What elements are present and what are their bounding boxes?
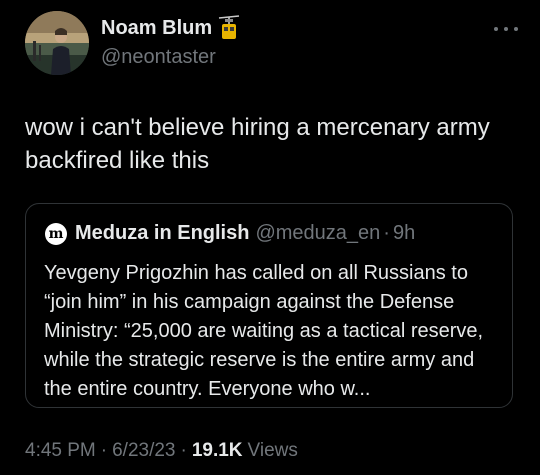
quoted-tweet-time[interactable]: 9h xyxy=(393,222,415,245)
tweet-text: wow i can't believe hiring a mercenary a… xyxy=(25,114,490,174)
avatar-photo xyxy=(25,11,89,75)
tweet-date[interactable]: 6/23/23 xyxy=(112,440,175,462)
quoted-tweet-text: Yevgeny Prigozhin has called on all Russ… xyxy=(44,262,484,400)
author-display-name[interactable]: Noam Blum xyxy=(101,17,212,40)
quoted-author-name[interactable]: Meduza in English xyxy=(75,222,249,245)
tweet: Noam Blum @neontaster wow i can't believ… xyxy=(0,0,540,475)
more-dot-icon xyxy=(494,27,498,31)
views-count[interactable]: 19.1K xyxy=(192,440,243,462)
quoted-tweet-card[interactable]: m Meduza in English @meduza_en · 9h Yevg… xyxy=(25,203,513,408)
views-label: Views xyxy=(247,440,298,461)
cable-car-icon xyxy=(218,15,240,41)
more-dot-icon xyxy=(514,27,518,31)
tweet-time[interactable]: 4:45 PM xyxy=(25,440,96,462)
quoted-author-handle[interactable]: @meduza_en xyxy=(255,222,380,245)
separator-dot: · xyxy=(180,440,187,461)
more-dot-icon xyxy=(504,27,508,31)
author-handle[interactable]: @neontaster xyxy=(101,46,240,69)
quoted-author-avatar[interactable]: m xyxy=(45,222,67,245)
more-options-button[interactable] xyxy=(494,22,518,36)
quoted-tweet-header: m Meduza in English @meduza_en · 9h xyxy=(45,222,415,245)
author-info: Noam Blum @neontaster xyxy=(101,14,240,69)
author-avatar[interactable] xyxy=(25,11,89,75)
tweet-meta: 4:45 PM · 6/23/23 · 19.1K Views xyxy=(25,440,298,462)
separator-dot: · xyxy=(383,222,390,244)
separator-dot: · xyxy=(100,440,108,461)
